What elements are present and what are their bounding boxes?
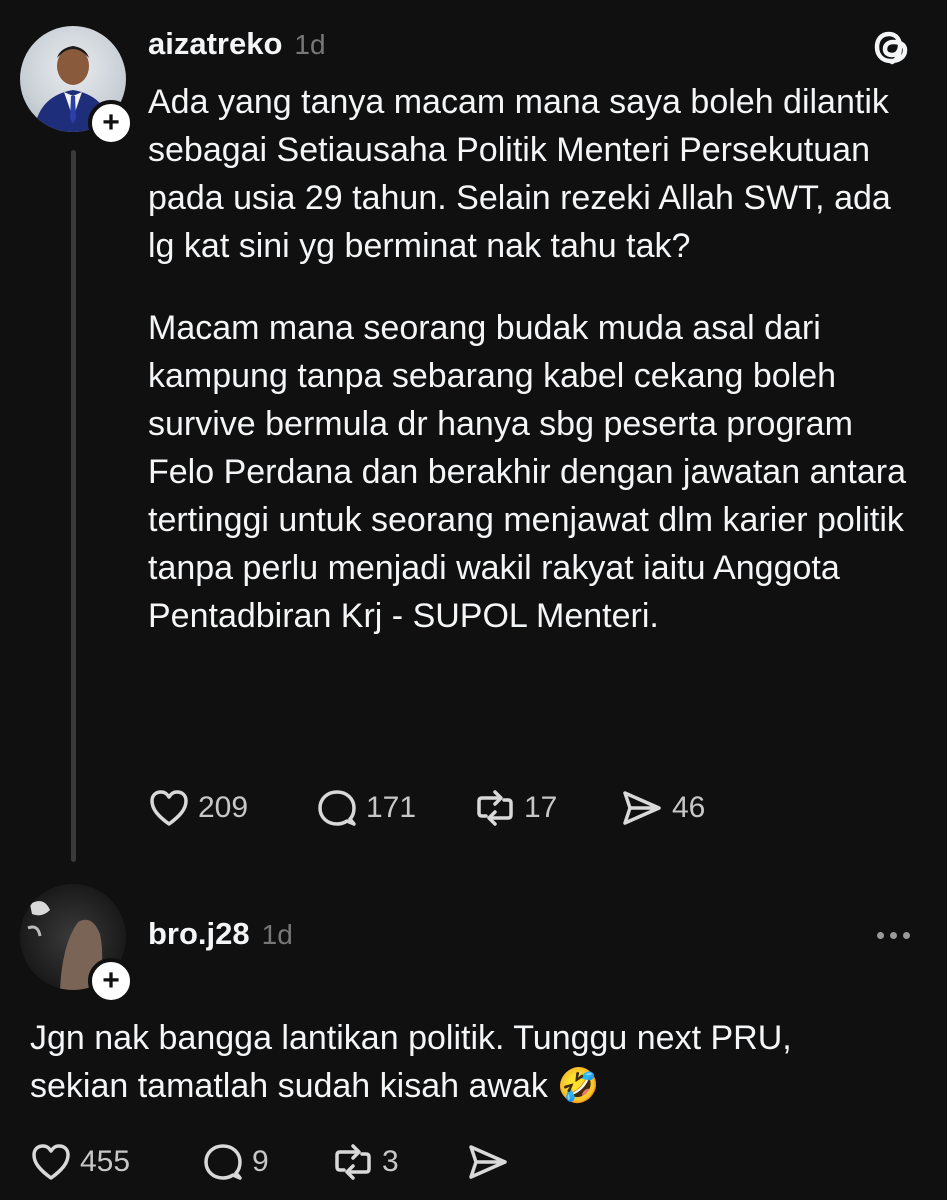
post-body: Jgn nak bangga lantikan politik. Tunggu … [30, 1014, 920, 1110]
share-button[interactable] [466, 1142, 510, 1182]
more-dot [877, 932, 884, 939]
post-header: aizatreko 1d [148, 26, 326, 62]
reply-button[interactable]: 171 [316, 788, 474, 828]
more-icon[interactable] [877, 932, 910, 939]
share-icon [469, 1145, 507, 1179]
threads-logo-icon[interactable] [870, 24, 916, 70]
post-actions: 209 171 17 46 [148, 788, 705, 828]
follow-button[interactable]: + [88, 100, 134, 146]
post-header: bro.j28 1d [148, 916, 293, 952]
repost-count: 17 [524, 791, 558, 824]
post-bro-j28: + bro.j28 1d Jgn nak bangga lantikan pol… [0, 860, 947, 1200]
timestamp: 1d [261, 919, 293, 950]
post-actions: 455 9 3 [30, 1142, 510, 1182]
post-paragraph: Macam mana seorang budak muda asal dari … [148, 309, 906, 635]
share-icon [623, 791, 661, 825]
repost-icon [477, 790, 513, 826]
reply-button[interactable]: 9 [202, 1142, 332, 1182]
more-dot [903, 932, 910, 939]
post-text-line: sekian tamatlah sudah kisah awak 🤣 [30, 1067, 600, 1105]
comment-icon [318, 790, 356, 826]
repost-count: 3 [382, 1145, 399, 1178]
post-aizatreko: + aizatreko 1d Ada yang tanya macam mana… [0, 0, 947, 862]
username[interactable]: aizatreko [148, 26, 282, 62]
heart-icon [32, 1144, 70, 1180]
post-body: Ada yang tanya macam mana saya boleh dil… [148, 78, 918, 640]
post-text-line: Jgn nak bangga lantikan politik. Tunggu … [30, 1019, 792, 1057]
username[interactable]: bro.j28 [148, 916, 250, 952]
repost-button[interactable]: 17 [474, 788, 620, 828]
follow-button[interactable]: + [88, 958, 134, 1004]
avatar-container: + [20, 884, 134, 1004]
like-count: 455 [80, 1145, 131, 1178]
share-button[interactable]: 46 [620, 788, 705, 828]
more-dot [890, 932, 897, 939]
repost-button[interactable]: 3 [332, 1142, 466, 1182]
heart-icon [150, 790, 188, 826]
reply-count: 171 [366, 791, 417, 824]
repost-icon [335, 1144, 371, 1180]
share-count: 46 [672, 791, 706, 824]
comment-icon [204, 1144, 242, 1180]
timestamp: 1d [294, 29, 326, 60]
like-count: 209 [198, 791, 249, 824]
reply-count: 9 [252, 1145, 269, 1178]
thread-connector-line [71, 150, 76, 862]
avatar-container: + [20, 26, 134, 146]
like-button[interactable]: 209 [148, 788, 316, 828]
post-paragraph: Ada yang tanya macam mana saya boleh dil… [148, 83, 891, 265]
like-button[interactable]: 455 [30, 1142, 202, 1182]
